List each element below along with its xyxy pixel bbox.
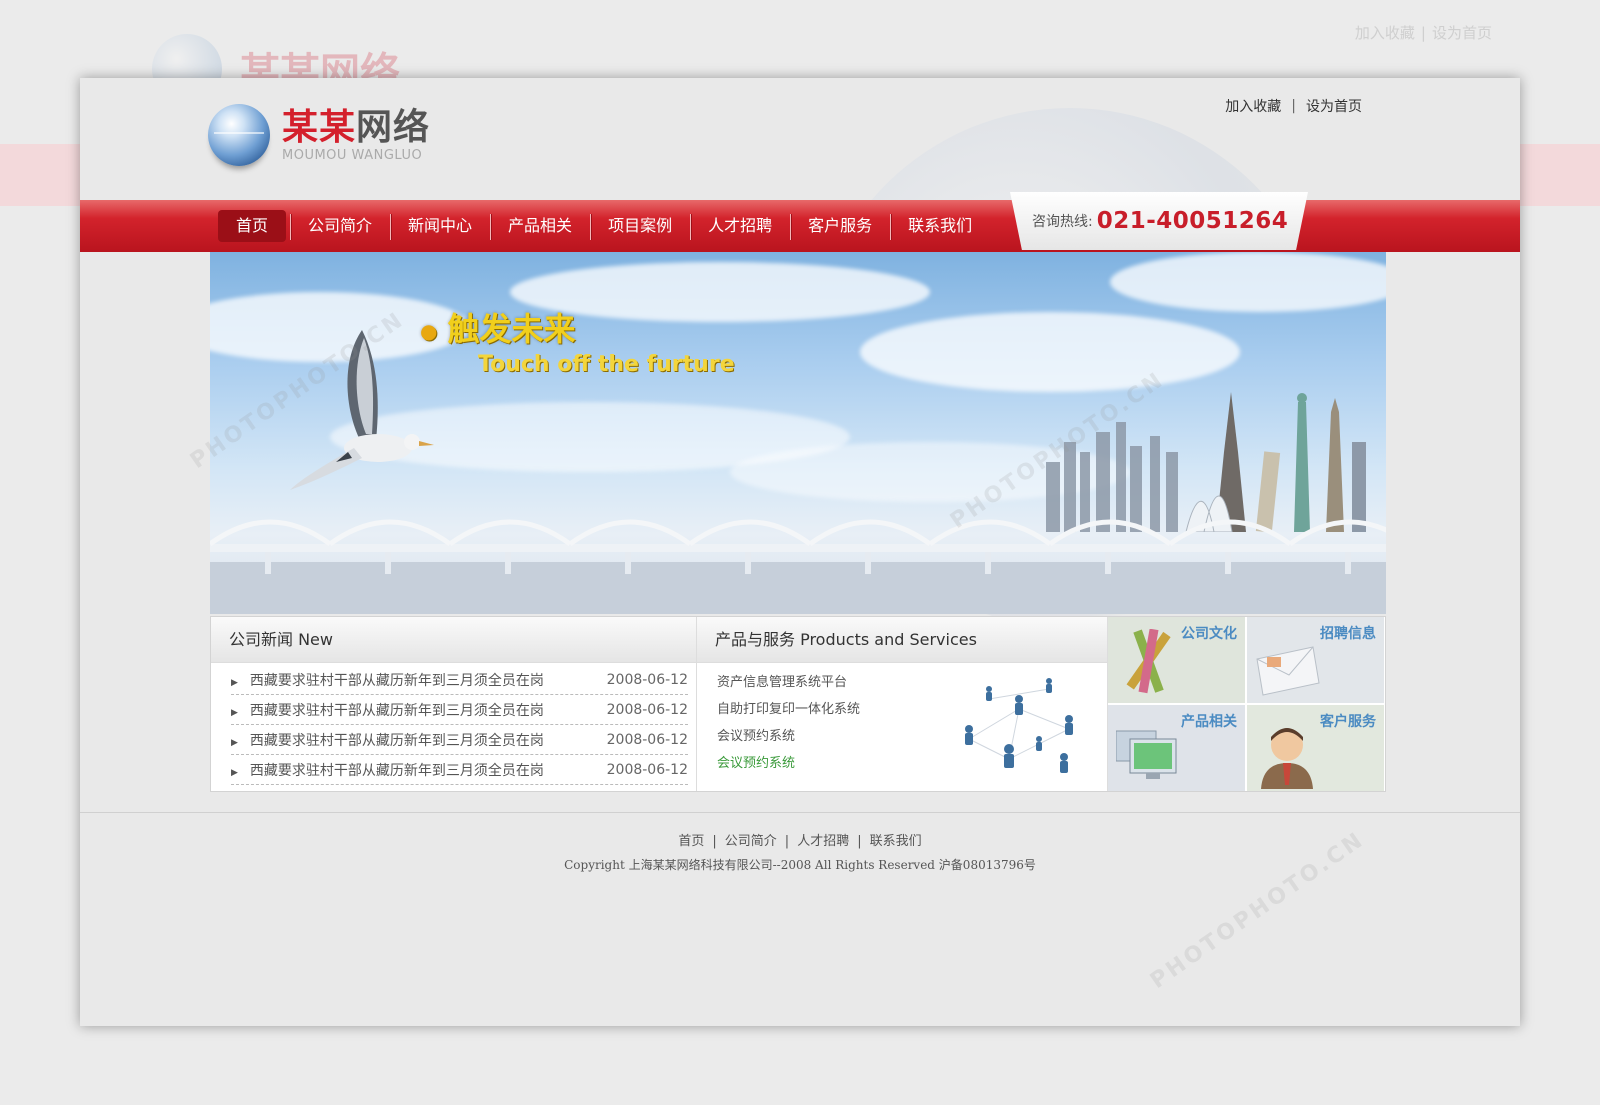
hotline-number: 021-40051264 (1096, 208, 1289, 234)
main-nav: 首页 公司简介 新闻中心 产品相关 项目案例 人才招聘 客户服务 联系我们 (218, 210, 990, 242)
banner-title-en: Touch off the furture (478, 352, 735, 377)
news-date: 2008-06-12 (606, 671, 688, 688)
outer-homepage-link: 设为首页 (1431, 24, 1492, 42)
footer-separator: | (712, 834, 717, 849)
logo-subtitle: MOUMOU WANGLUO (282, 147, 423, 163)
news-title[interactable]: 西藏要求驻村干部从藏历新年到三月须全员在岗 (250, 673, 544, 689)
people-network-icon (965, 678, 1073, 773)
logo-name-dark: 网络 (356, 106, 431, 148)
nav-item-about[interactable]: 公司简介 (290, 210, 390, 242)
news-item[interactable]: ▶ 西藏要求驻村干部从藏历新年到三月须全员在岗 2008-06-12 (231, 725, 688, 755)
hero-banner: ● 触发未来 Touch off the furture (210, 252, 1386, 614)
footer-link-contact[interactable]: 联系我们 (870, 834, 922, 849)
logo-name-red: 某某 (282, 106, 357, 148)
globe-logo-icon (208, 104, 270, 166)
footer-links: 首页 | 公司简介 | 人才招聘 | 联系我们 (80, 830, 1520, 849)
top-links-separator: | (1291, 98, 1296, 114)
nav-item-service[interactable]: 客户服务 (790, 210, 890, 242)
top-links: 加入收藏 | 设为首页 (1225, 96, 1362, 116)
banner-title-cn: ● 触发未来 (420, 304, 575, 350)
add-bookmark-link[interactable]: 加入收藏 (1225, 96, 1281, 116)
set-homepage-link[interactable]: 设为首页 (1306, 96, 1362, 116)
bullet-icon: ▶ (231, 767, 238, 778)
outer-bookmark-link: 加入收藏 (1354, 24, 1415, 42)
nav-item-careers[interactable]: 人才招聘 (690, 210, 790, 242)
tile-title: 客户服务 (1320, 714, 1376, 730)
outer-top-links: 加入收藏 | 设为首页 (1354, 24, 1492, 42)
nav-item-news[interactable]: 新闻中心 (390, 210, 490, 242)
tile-service[interactable]: 客户服务 (1247, 705, 1384, 791)
news-panel: 公司新闻 New ▶ 西藏要求驻村干部从藏历新年到三月须全员在岗 2008-06-… (211, 617, 697, 791)
support-person-icon (1261, 728, 1313, 789)
hotline-label: 咨询热线: (1032, 214, 1093, 230)
news-heading: 公司新闻 New (211, 617, 696, 663)
quick-tiles: 公司文化 招聘信息 产品相关 客户服务 (1108, 617, 1385, 791)
pencils-icon (1126, 629, 1171, 694)
footer-link-about[interactable]: 公司简介 (725, 834, 777, 849)
products-panel: 产品与服务 Products and Services 资产信息管理系统平台 自… (697, 617, 1108, 791)
tile-products[interactable]: 产品相关 (1108, 705, 1245, 791)
hotline-box: 咨询热线: 021-40051264 (1010, 192, 1308, 250)
news-item[interactable]: ▶ 西藏要求驻村干部从藏历新年到三月须全员在岗 2008-06-12 (231, 665, 688, 695)
banner-title-cn-text: 触发未来 (447, 310, 576, 348)
nav-item-products[interactable]: 产品相关 (490, 210, 590, 242)
logo-text: 某某网络 MOUMOU WANGLUO (282, 106, 431, 163)
news-item[interactable]: ▶ 西藏要求驻村干部从藏历新年到三月须全员在岗 2008-06-12 (231, 755, 688, 785)
news-title[interactable]: 西藏要求驻村干部从藏历新年到三月须全员在岗 (250, 733, 544, 749)
nav-item-contact[interactable]: 联系我们 (890, 210, 990, 242)
page-card: 加入收藏 | 设为首页 某某网络 MOUMOU WANGLUO 首页 公司简介 … (80, 78, 1520, 1026)
footer-link-careers[interactable]: 人才招聘 (797, 834, 849, 849)
envelope-icon (1256, 646, 1320, 696)
footer-separator: | (857, 834, 862, 849)
nav-item-home[interactable]: 首页 (218, 210, 287, 242)
bullet-icon: ▶ (231, 737, 238, 748)
bullet-icon: ▶ (231, 707, 238, 718)
site-logo[interactable]: 某某网络 MOUMOU WANGLUO (208, 104, 430, 166)
news-title-wrap: ▶ 西藏要求驻村干部从藏历新年到三月须全员在岗 (231, 700, 544, 720)
banner-bullet-icon: ● (420, 319, 438, 343)
nav-item-cases[interactable]: 项目案例 (590, 210, 690, 242)
bridge-icon (210, 519, 1386, 614)
tile-title: 产品相关 (1181, 714, 1237, 730)
tile-title: 招聘信息 (1320, 626, 1376, 642)
footer-separator: | (784, 834, 790, 849)
footer-divider (80, 812, 1520, 813)
news-date: 2008-06-12 (606, 731, 688, 748)
tile-culture[interactable]: 公司文化 (1108, 617, 1245, 703)
content-row: 公司新闻 New ▶ 西藏要求驻村干部从藏历新年到三月须全员在岗 2008-06-… (210, 616, 1386, 792)
news-list: ▶ 西藏要求驻村干部从藏历新年到三月须全员在岗 2008-06-12 ▶ 西藏要求驻… (211, 663, 696, 785)
news-item[interactable]: ▶ 西藏要求驻村干部从藏历新年到三月须全员在岗 2008-06-12 (231, 695, 688, 725)
news-title[interactable]: 西藏要求驻村干部从藏历新年到三月须全员在岗 (250, 703, 544, 719)
news-title-wrap: ▶ 西藏要求驻村干部从藏历新年到三月须全员在岗 (231, 760, 544, 780)
watermark-decoration: PHOTOPHOTO.CN (1145, 827, 1370, 994)
cloud-shape (1110, 252, 1386, 312)
copyright-text: Copyright 上海某某网络科技有限公司--2008 All Rights … (564, 858, 1036, 872)
news-date: 2008-06-12 (606, 761, 688, 778)
news-title-wrap: ▶ 西藏要求驻村干部从藏历新年到三月须全员在岗 (231, 670, 544, 690)
logo-name: 某某网络 (282, 106, 431, 148)
tile-recruitment[interactable]: 招聘信息 (1247, 617, 1384, 703)
main-navbar: 首页 公司简介 新闻中心 产品相关 项目案例 人才招聘 客户服务 联系我们 咨询… (80, 192, 1520, 252)
bullet-icon: ▶ (231, 677, 238, 688)
monitors-icon (1116, 730, 1177, 779)
footer-link-home[interactable]: 首页 (678, 834, 704, 849)
tile-title: 公司文化 (1181, 626, 1237, 642)
products-heading: 产品与服务 Products and Services (697, 617, 1107, 663)
news-date: 2008-06-12 (606, 701, 688, 718)
news-title-wrap: ▶ 西藏要求驻村干部从藏历新年到三月须全员在岗 (231, 730, 544, 750)
news-title[interactable]: 西藏要求驻村干部从藏历新年到三月须全员在岗 (250, 763, 544, 779)
